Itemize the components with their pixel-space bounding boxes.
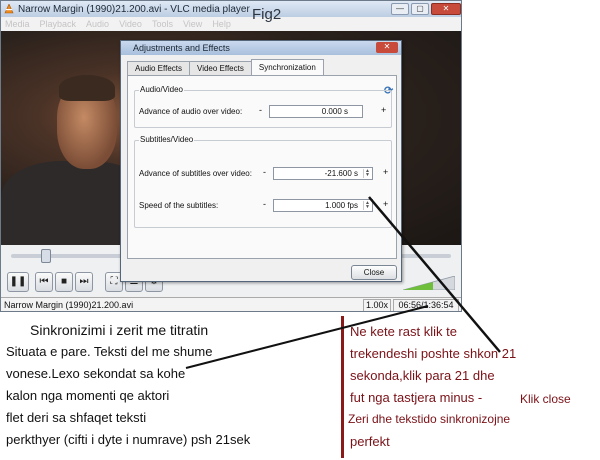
note-right-line: perfekt	[350, 434, 390, 449]
status-filename: Narrow Margin (1990)21.200.avi	[4, 300, 134, 310]
note-left-line: kalon nga momenti qe aktori	[6, 388, 170, 403]
video-frame-hair	[59, 75, 115, 101]
minimize-button[interactable]: —	[391, 3, 409, 15]
audio-advance-plus[interactable]: +	[381, 105, 386, 115]
spin-arrows-icon[interactable]: ▲ ▼	[363, 201, 371, 210]
menu-video[interactable]: Video	[119, 19, 142, 29]
adjustments-dialog: Adjustments and Effects ✕ Audio Effects …	[120, 40, 402, 282]
subtitle-speed-minus[interactable]: -	[263, 199, 266, 209]
dialog-close-icon[interactable]: ✕	[376, 42, 398, 53]
menu-help[interactable]: Help	[212, 19, 231, 29]
window-buttons: — ▢ ✕	[391, 3, 461, 15]
time-display[interactable]: 06:56/1:36:54	[393, 299, 459, 311]
menu-audio[interactable]: Audio	[86, 19, 109, 29]
volume-slider[interactable]	[403, 276, 455, 290]
note-right-line: Zeri dhe tekstido sinkronizojne	[348, 412, 511, 426]
seek-handle[interactable]	[41, 249, 51, 263]
note-left-line: Situata e pare. Teksti del me shume	[6, 344, 213, 359]
dialog-title-bar: Adjustments and Effects ✕	[121, 41, 401, 55]
menu-bar: Media Playback Audio Video Tools View He…	[1, 17, 461, 31]
synchronization-panel: ⟳ Audio/Video Advance of audio over vide…	[127, 75, 397, 259]
menu-tools[interactable]: Tools	[152, 19, 173, 29]
subtitles-video-group: Subtitles/Video Advance of subtitles ove…	[134, 135, 392, 228]
audio-advance-input[interactable]: 0.000 s	[269, 105, 363, 118]
tab-audio-effects[interactable]: Audio Effects	[127, 61, 190, 75]
spin-arrows-icon[interactable]: ▲ ▼	[363, 169, 371, 178]
pause-button[interactable]: ❚❚	[7, 272, 29, 292]
screenshot-root: Narrow Margin (1990)21.200.avi - VLC med…	[0, 0, 600, 460]
menu-view[interactable]: View	[183, 19, 202, 29]
previous-button[interactable]: ⏮	[35, 272, 53, 292]
subtitle-advance-label: Advance of subtitles over video:	[139, 169, 252, 178]
audio-advance-value: 0.000 s	[321, 107, 348, 116]
stop-button[interactable]: ■	[55, 272, 73, 292]
subtitle-speed-label: Speed of the subtitles:	[139, 201, 219, 210]
audio-advance-label: Advance of audio over video:	[139, 107, 243, 116]
playback-speed[interactable]: 1.00x	[363, 299, 391, 311]
note-left-line: vonese.Lexo sekondat sa kohe	[6, 366, 186, 381]
annotation-divider	[341, 316, 344, 458]
dialog-tabs: Audio Effects Video Effects Synchronizat…	[127, 59, 324, 75]
note-right-line: fut nga tastjera minus -	[350, 390, 483, 405]
subtitle-speed-value: 1.000 fps	[325, 201, 358, 210]
next-button[interactable]: ⏭	[75, 272, 93, 292]
subtitle-speed-input[interactable]: 1.000 fps ▲ ▼	[273, 199, 373, 212]
tab-synchronization[interactable]: Synchronization	[250, 59, 324, 75]
note-left-line: Sinkronizimi i zerit me titratin	[30, 322, 209, 338]
menu-playback[interactable]: Playback	[40, 19, 77, 29]
window-title: Narrow Margin (1990)21.200.avi - VLC med…	[18, 3, 250, 15]
figure-label: Fig2	[252, 6, 282, 23]
note-right-line: sekonda,klik para 21 dhe	[350, 368, 495, 383]
tab-video-effects[interactable]: Video Effects	[189, 61, 252, 75]
note-left-line: flet deri sa shfaqet teksti	[6, 410, 147, 425]
subtitles-video-heading: Subtitles/Video	[139, 135, 195, 144]
audio-video-group: Audio/Video Advance of audio over video:…	[134, 85, 392, 128]
subtitle-advance-plus[interactable]: +	[383, 167, 388, 177]
subtitle-speed-plus[interactable]: +	[383, 199, 388, 209]
subtitle-advance-minus[interactable]: -	[263, 167, 266, 177]
note-right-line: Klik close	[520, 392, 571, 406]
menu-media[interactable]: Media	[5, 19, 30, 29]
note-right-line: Ne kete rast klik te	[350, 324, 457, 339]
dialog-title: Adjustments and Effects	[133, 43, 230, 53]
audio-video-heading: Audio/Video	[139, 85, 184, 94]
maximize-button[interactable]: ▢	[411, 3, 429, 15]
subtitle-advance-value: -21.600 s	[324, 169, 358, 178]
close-button[interactable]: Close	[351, 265, 397, 280]
status-bar: Narrow Margin (1990)21.200.avi 1.00x 06:…	[1, 297, 461, 311]
close-window-button[interactable]: ✕	[431, 3, 461, 15]
title-bar: Narrow Margin (1990)21.200.avi - VLC med…	[1, 1, 461, 17]
vlc-cone-icon	[4, 4, 14, 14]
subtitle-advance-input[interactable]: -21.600 s ▲ ▼	[273, 167, 373, 180]
audio-advance-minus[interactable]: -	[259, 105, 262, 115]
note-left-line: perkthyer (cifti i dyte i numrave) psh 2…	[6, 432, 251, 447]
note-right-line: trekendeshi poshte shkon 21	[350, 346, 517, 361]
